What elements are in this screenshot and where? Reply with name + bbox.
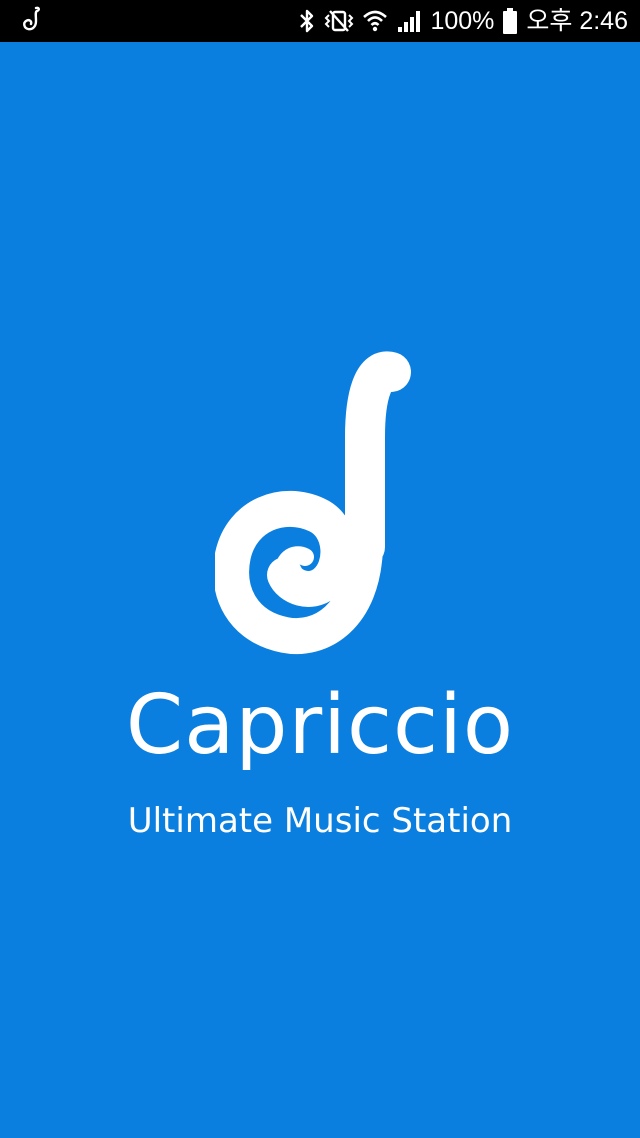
status-notifications (22, 6, 42, 36)
wifi-icon (362, 8, 388, 34)
splash-screen: Capriccio Ultimate Music Station (0, 42, 640, 1138)
app-name: Capriccio (125, 678, 515, 773)
status-bar: 100% 오후 2:46 (0, 0, 640, 42)
capriccio-swirl-note-icon (213, 347, 425, 667)
battery-icon (502, 7, 518, 35)
capriccio-app-icon (22, 6, 42, 36)
battery-percent: 100% (430, 6, 495, 35)
signal-icon (396, 8, 422, 34)
app-tagline: Ultimate Music Station (127, 801, 513, 841)
vibrate-icon (324, 8, 354, 34)
bluetooth-icon (298, 8, 316, 34)
clock: 오후 2:46 (526, 6, 628, 35)
status-indicators: 100% 오후 2:46 (298, 7, 628, 35)
